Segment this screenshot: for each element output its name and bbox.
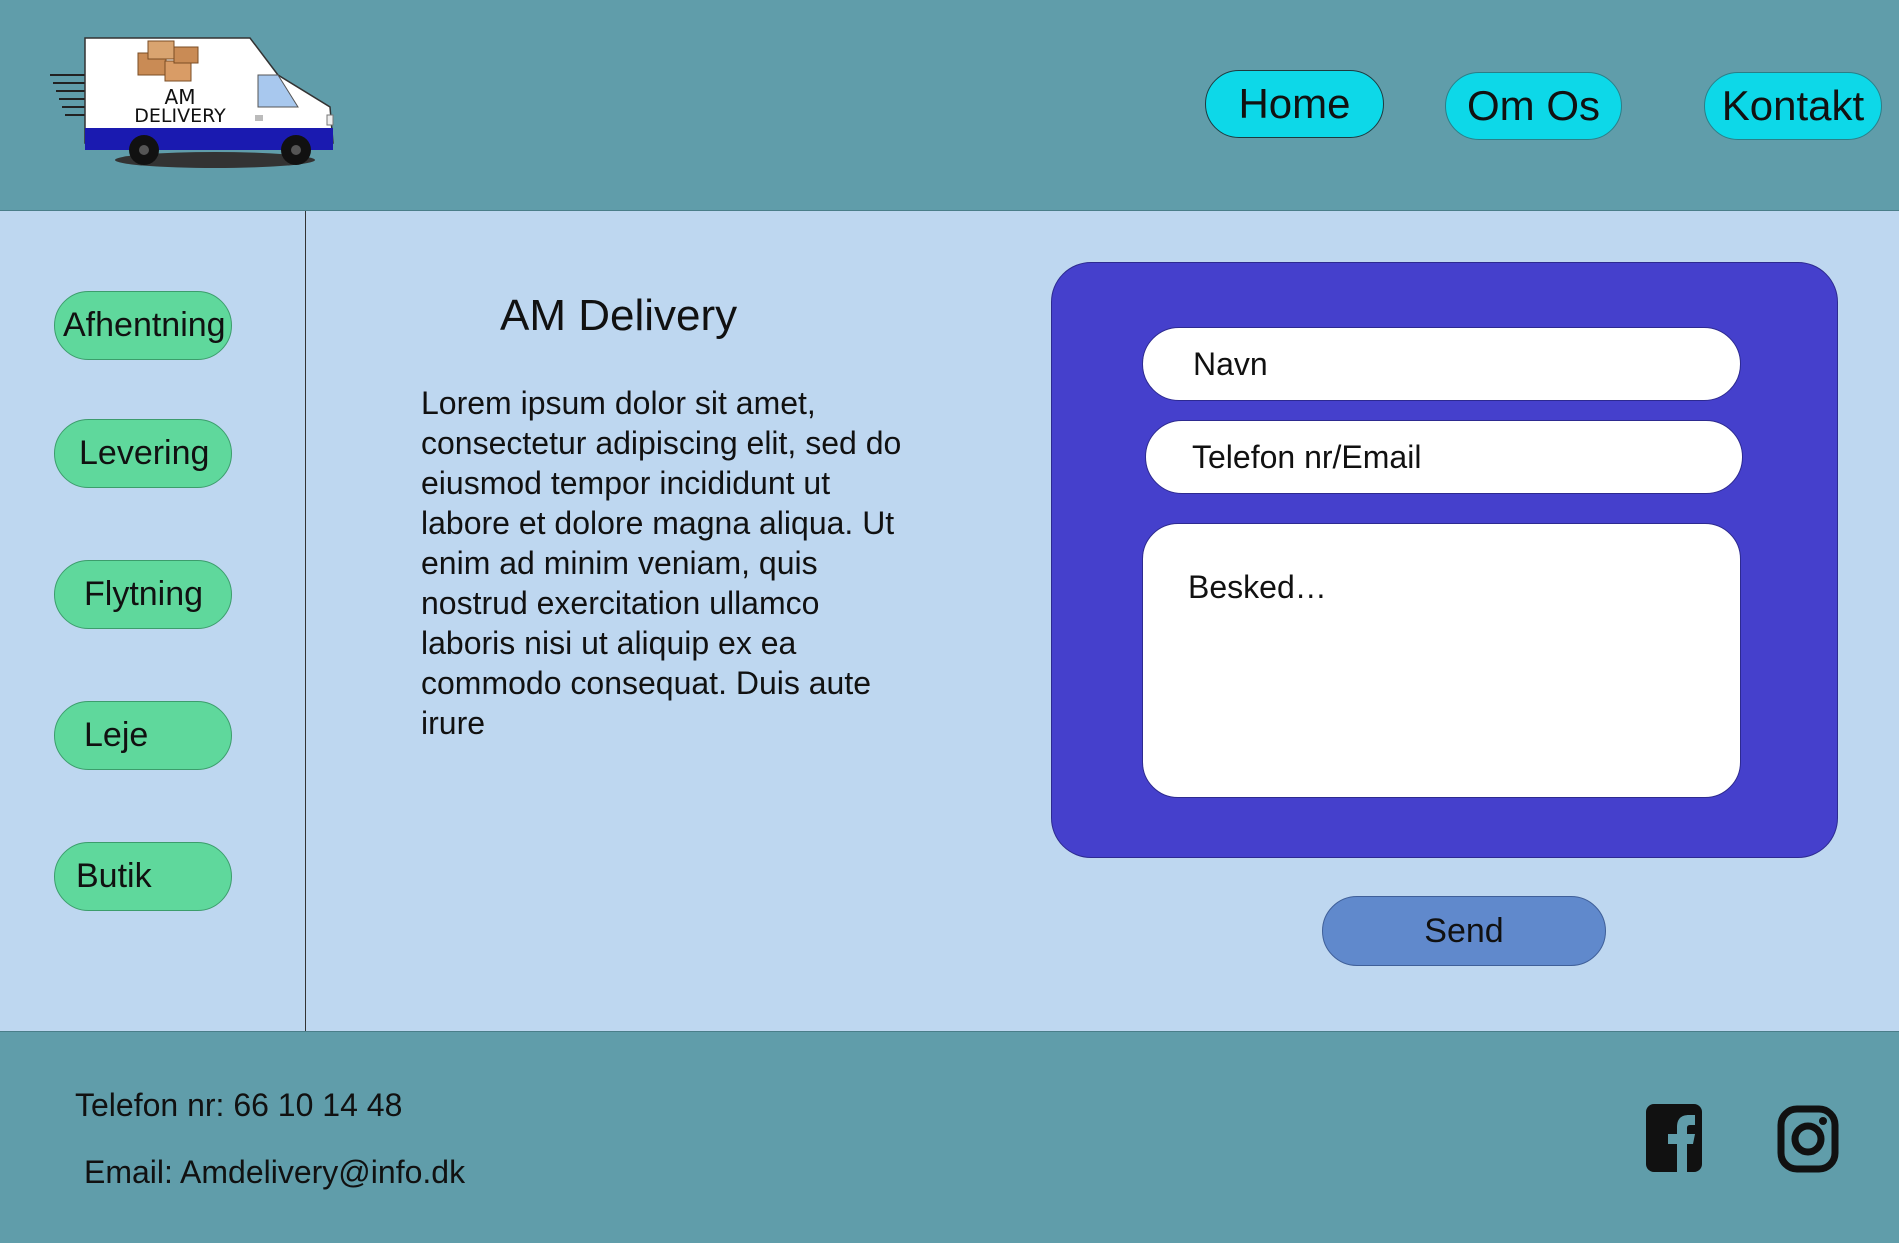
sidebar-item-afhentning[interactable]: Afhentning (54, 291, 232, 360)
page-title: AM Delivery (500, 291, 738, 340)
contact-field[interactable] (1145, 420, 1743, 494)
am-delivery-logo[interactable]: AM DELIVERY (50, 35, 340, 175)
send-button-label: Send (1424, 911, 1504, 950)
sidebar-item-label: Afhentning (63, 306, 226, 344)
intro-text: Lorem ipsum dolor sit amet, consectetur … (421, 385, 902, 741)
footer: Telefon nr: 66 10 14 48 Email: Amdeliver… (0, 1031, 1899, 1243)
sidebar-item-label: Levering (79, 434, 210, 472)
delivery-van-icon: AM DELIVERY (50, 37, 334, 168)
instagram-icon[interactable] (1777, 1102, 1839, 1174)
svg-text:DELIVERY: DELIVERY (134, 105, 226, 127)
nav-home-button[interactable]: Home (1205, 70, 1384, 138)
contact-form (1051, 262, 1838, 858)
nav-kontakt-label: Kontakt (1721, 82, 1865, 129)
sidebar-item-levering[interactable]: Levering (54, 419, 232, 488)
facebook-icon[interactable] (1644, 1102, 1704, 1174)
sidebar-item-label: Flytning (84, 575, 204, 613)
sidebar-item-leje[interactable]: Leje (54, 701, 232, 770)
nav-om-os-label: Om Os (1467, 82, 1600, 129)
footer-phone: Telefon nr: 66 10 14 48 (75, 1087, 403, 1123)
sidebar-divider (305, 211, 306, 1031)
send-button[interactable]: Send (1322, 896, 1606, 966)
nav-kontakt-button[interactable]: Kontakt (1704, 72, 1882, 140)
sidebar-item-label: Butik (76, 857, 152, 895)
footer-email: Email: Amdelivery@info.dk (84, 1154, 466, 1190)
message-field[interactable] (1142, 523, 1741, 798)
sidebar-item-flytning[interactable]: Flytning (54, 560, 232, 629)
main-content: Afhentning Levering Flytning Leje Butik … (0, 211, 1899, 1031)
sidebar-item-label: Leje (84, 716, 149, 754)
sidebar-item-butik[interactable]: Butik (54, 842, 232, 911)
name-field[interactable] (1142, 327, 1741, 401)
header: AM DELIVERY Home Om Os Kontakt (0, 0, 1899, 211)
nav-om-os-button[interactable]: Om Os (1445, 72, 1622, 140)
nav-home-label: Home (1238, 80, 1351, 127)
